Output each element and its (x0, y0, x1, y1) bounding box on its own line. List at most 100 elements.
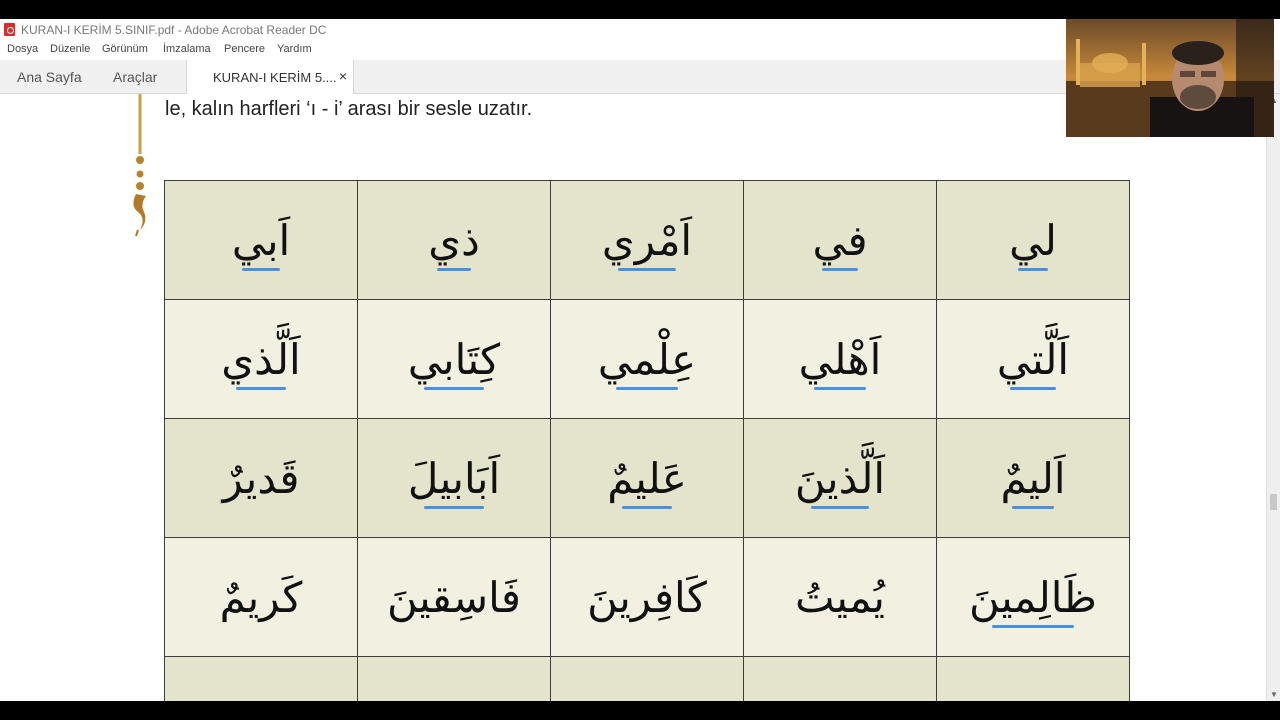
grid-cell: اَلَّذي (164, 299, 358, 419)
arabic-word-text: كَريمٌ (219, 572, 303, 622)
arabic-word-text: لي (1009, 215, 1057, 265)
grid-cell: اَليمٌ (936, 418, 1130, 538)
arabic-word: اَبي (231, 215, 291, 271)
grid-cell (936, 656, 1130, 701)
arabic-word: اَلَّذينَ (794, 453, 886, 509)
tab-home[interactable]: Ana Sayfa (17, 69, 82, 85)
annotation-underline (813, 386, 867, 390)
arabic-word: يُميتُ (795, 573, 885, 622)
grid-cell (164, 656, 358, 701)
arabic-word: كِتَابي (408, 335, 500, 390)
annotation-underline (424, 505, 484, 509)
grid-row: اَلَّذي كِتَابي عِلْمي اَهْلي اَلَّتي (164, 299, 1130, 419)
tab-document-label: KURAN-I KERİM 5.... (213, 70, 337, 85)
grid-row-partial (164, 656, 1130, 701)
annotation-underline (992, 624, 1074, 628)
menu-sign[interactable]: İmzalama (163, 43, 211, 55)
letterbox-bottom (0, 701, 1280, 720)
webcam-feed-image (1066, 19, 1274, 137)
grid-cell (743, 656, 937, 701)
annotation-underline (1012, 505, 1054, 509)
menu-edit[interactable]: Düzenle (50, 43, 90, 55)
grid-cell: اَلَّذينَ (743, 418, 937, 538)
grid-cell: اَهْلي (743, 299, 937, 419)
arabic-word-text: اَلَّذينَ (794, 453, 886, 503)
arabic-word-text: قَديرٌ (222, 453, 300, 503)
annotation-underline (615, 386, 679, 390)
webcam-overlay (1066, 19, 1274, 137)
tab-tools[interactable]: Araçlar (113, 69, 157, 85)
grid-cell: كَافِرينَ (550, 537, 744, 657)
window-title: KURAN-I KERİM 5.SINIF.pdf - Adobe Acroba… (21, 23, 327, 37)
annotation-underline (621, 505, 673, 509)
arabic-word-text: يُميتُ (795, 572, 885, 622)
letter-grid: اَبي ذي اَمْري في لي اَلَّذي كِتَابي عِل… (164, 180, 1130, 701)
arabic-word: اَلَّذي (221, 334, 301, 390)
arabic-word-text: فَاسِقينَ (387, 572, 521, 622)
document-page[interactable]: le, kalın harfleri ‘ı - i’ arası bir ses… (0, 94, 1266, 701)
menu-help[interactable]: Yardım (277, 43, 312, 55)
annotation-underline (822, 267, 858, 271)
grid-cell: عَليمٌ (550, 418, 744, 538)
tab-document[interactable]: KURAN-I KERİM 5.... × (186, 60, 354, 94)
pdf-app-icon (4, 23, 15, 36)
arabic-word: اَلَّتي (996, 334, 1070, 390)
menu-window[interactable]: Pencere (224, 43, 265, 55)
arabic-word-text: اَلَّتي (996, 334, 1070, 384)
arabic-word: كَريمٌ (220, 573, 303, 622)
annotation-underline (235, 386, 287, 390)
grid-row: كَريمٌ فَاسِقينَ كَافِرينَ يُميتُ ظَالِم… (164, 537, 1130, 657)
scroll-thumb[interactable] (1270, 494, 1277, 510)
arabic-word-text: اَمْري (601, 215, 693, 265)
arabic-word-text: اَلَّذي (221, 334, 301, 384)
close-tab-icon[interactable]: × (339, 68, 347, 84)
menu-file[interactable]: Dosya (7, 43, 38, 55)
grid-row: قَديرٌ اَبَابيلَ عَليمٌ اَلَّذينَ اَليمٌ (164, 418, 1130, 538)
arabic-word: عِلْمي (597, 334, 697, 390)
arabic-word: لي (1009, 215, 1057, 271)
arabic-word-text: اَبَابيلَ (407, 453, 501, 503)
vertical-scrollbar[interactable]: ▲ ▼ (1266, 94, 1280, 701)
grid-cell: عِلْمي (550, 299, 744, 419)
grid-cell (550, 656, 744, 701)
grid-cell: في (743, 180, 937, 300)
arabic-word-text: ظَالِمينَ (969, 572, 1097, 622)
grid-cell (357, 656, 551, 701)
ornament-tassel-icon (133, 94, 146, 237)
arabic-word-text: عَليمٌ (607, 453, 687, 503)
scroll-down-icon[interactable]: ▼ (1270, 690, 1278, 699)
annotation-underline (1017, 267, 1049, 271)
arabic-word-text: اَبي (231, 215, 291, 265)
arabic-word: اَهْلي (798, 334, 882, 390)
annotation-underline (618, 267, 676, 271)
arabic-word-text: في (812, 215, 868, 265)
arabic-word-text: كَافِرينَ (587, 572, 707, 622)
grid-cell: لي (936, 180, 1130, 300)
grid-cell: فَاسِقينَ (357, 537, 551, 657)
arabic-word-text: اَليمٌ (1000, 453, 1066, 503)
grid-row: اَبي ذي اَمْري في لي (164, 180, 1130, 300)
arabic-word: ذي (428, 216, 480, 271)
letterbox-top (0, 0, 1280, 19)
arabic-word-text: اَهْلي (798, 334, 882, 384)
grid-cell: كِتَابي (357, 299, 551, 419)
grid-cell: اَلَّتي (936, 299, 1130, 419)
arabic-word: ظَالِمينَ (969, 572, 1097, 628)
intro-text: le, kalın harfleri ‘ı - i’ arası bir ses… (165, 98, 533, 120)
annotation-underline (1009, 386, 1057, 390)
arabic-word: كَافِرينَ (587, 573, 707, 622)
annotation-underline (424, 386, 484, 390)
annotation-underline (811, 505, 869, 509)
grid-cell: كَريمٌ (164, 537, 358, 657)
arabic-word: اَبَابيلَ (407, 453, 501, 509)
menu-view[interactable]: Görünüm (102, 43, 148, 55)
arabic-word: اَمْري (601, 215, 693, 271)
arabic-word: اَليمٌ (1000, 453, 1066, 509)
grid-cell: قَديرٌ (164, 418, 358, 538)
arabic-word-text: عِلْمي (597, 334, 697, 384)
grid-cell: يُميتُ (743, 537, 937, 657)
grid-cell: ذي (357, 180, 551, 300)
arabic-word: في (812, 215, 868, 271)
arabic-word: فَاسِقينَ (387, 573, 521, 622)
annotation-underline (437, 267, 471, 271)
